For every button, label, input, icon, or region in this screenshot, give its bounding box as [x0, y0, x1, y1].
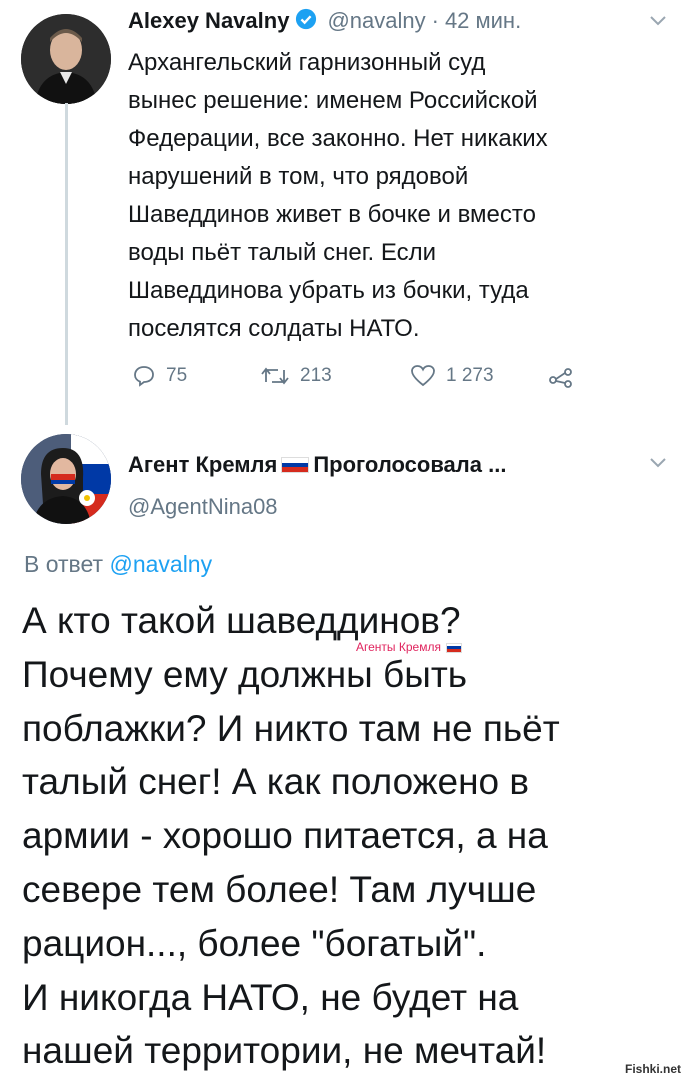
- reply-count: 75: [166, 365, 188, 386]
- thread-line: [65, 103, 68, 425]
- tweet2-text: А кто такой шаведдинов? Почему ему должн…: [22, 600, 560, 1072]
- person-portrait-icon: [21, 434, 111, 524]
- verified-badge-icon: [295, 8, 317, 35]
- site-watermark: Fishki.net: [622, 1062, 683, 1076]
- retweet-button[interactable]: 213: [260, 364, 332, 388]
- tweet1-text: Архангельский гарнизонный суд вынес реше…: [128, 49, 548, 342]
- like-button[interactable]: 1 273: [410, 364, 494, 388]
- navalny-avatar[interactable]: [21, 14, 111, 104]
- tweet2-author-name-2[interactable]: Проголосовала ...: [313, 452, 506, 478]
- tweet1-header: Alexey Navalny @navalny · 42 мин.: [128, 6, 521, 36]
- agents-watermark: Агенты Кремля: [356, 640, 463, 654]
- tweet1-author-name[interactable]: Alexey Navalny: [128, 8, 289, 34]
- agents-watermark-text: Агенты Кремля: [356, 640, 441, 654]
- retweet-count: 213: [300, 365, 332, 386]
- retweet-icon: [260, 364, 290, 388]
- reply-context: В ответ @navalny: [24, 551, 212, 578]
- russia-flag-icon: [281, 457, 310, 473]
- russia-flag-icon: [446, 642, 463, 653]
- share-button[interactable]: [548, 364, 574, 388]
- reply-button[interactable]: 75: [132, 364, 187, 388]
- tweet2-author-name-1[interactable]: Агент Кремля: [128, 452, 277, 478]
- chevron-down-icon[interactable]: [648, 456, 668, 475]
- tweet1-separator: ·: [431, 8, 439, 33]
- heart-icon: [410, 364, 436, 388]
- tweet1-time[interactable]: 42 мин.: [445, 8, 521, 34]
- tweet1-handle[interactable]: @navalny: [327, 8, 425, 34]
- like-count: 1 273: [446, 365, 494, 386]
- reply-icon: [132, 364, 156, 388]
- tweet2-header: Агент Кремля Проголосовала ...: [128, 450, 506, 480]
- reply-prefix: В ответ: [24, 551, 104, 577]
- reply-to-link[interactable]: @navalny: [109, 551, 212, 577]
- person-portrait-icon: [21, 14, 111, 104]
- tweet2-handle[interactable]: @AgentNina08: [128, 494, 278, 520]
- chevron-down-icon[interactable]: [648, 14, 668, 33]
- agentnina-avatar[interactable]: [21, 434, 111, 524]
- share-icon: [548, 364, 574, 388]
